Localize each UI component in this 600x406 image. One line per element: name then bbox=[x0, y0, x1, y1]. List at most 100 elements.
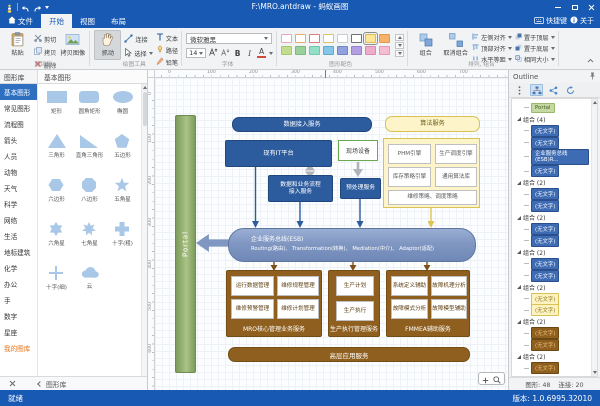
outline-node-portal[interactable]: Portal bbox=[517, 102, 591, 114]
category-item[interactable]: 常见图形 bbox=[0, 100, 37, 116]
magnifier-icon[interactable] bbox=[493, 369, 501, 388]
shape-star7[interactable]: 七角星 bbox=[81, 221, 98, 265]
pin-icon[interactable] bbox=[589, 72, 596, 82]
bring-to-front-button[interactable]: 置于顶层 bbox=[515, 33, 555, 42]
shape-rectangle[interactable]: 矩形 bbox=[46, 89, 68, 133]
category-item-my-library[interactable]: 我的图库 bbox=[0, 340, 37, 356]
category-item[interactable]: 星座 bbox=[0, 324, 37, 340]
path-tool-button[interactable]: 路径 bbox=[156, 45, 178, 55]
outline-menu-icon[interactable] bbox=[513, 84, 526, 96]
minimize-button[interactable] bbox=[549, 0, 566, 14]
text-tool-button[interactable]: 文本 bbox=[156, 33, 178, 43]
outline-node[interactable]: (无文字) bbox=[517, 270, 591, 282]
diagram-app-service-bar[interactable]: 高层应用服务 bbox=[228, 347, 470, 362]
outline-group[interactable]: 组合 (2) bbox=[517, 316, 591, 328]
outline-node-esb[interactable]: 企业服务总线(ESB)R... bbox=[517, 148, 591, 165]
font-color-button[interactable]: A bbox=[257, 48, 266, 58]
qat-customize-icon[interactable] bbox=[45, 6, 49, 9]
color-swatch[interactable] bbox=[323, 34, 334, 43]
bold-button[interactable]: B bbox=[233, 49, 242, 58]
shape-right-triangle[interactable]: 直角三角形 bbox=[76, 133, 104, 177]
color-swatch[interactable] bbox=[295, 46, 306, 55]
outline-group[interactable]: 组合 (4) bbox=[517, 114, 591, 126]
ungroup-button[interactable]: 取消组合 bbox=[442, 30, 469, 60]
copy-image-button[interactable]: 拷贝图像 bbox=[59, 30, 86, 60]
swatch-more-button[interactable] bbox=[395, 50, 404, 57]
outline-node[interactable]: (无文字) bbox=[517, 223, 591, 235]
font-size-select[interactable]: 14 bbox=[186, 48, 206, 58]
tab-view[interactable]: 视图 bbox=[72, 14, 103, 28]
shape-ellipse[interactable]: 椭圆 bbox=[112, 89, 134, 133]
category-item[interactable]: 人员 bbox=[0, 148, 37, 164]
outline-group[interactable]: 组合 (2) bbox=[517, 212, 591, 224]
category-item[interactable]: 基本图形 bbox=[0, 84, 37, 100]
diagram-scheduling-engine[interactable]: 生产调度引擎 bbox=[435, 144, 477, 164]
diagram-algorithm-library[interactable]: 通用算法库 bbox=[435, 167, 477, 187]
shortcut-keys-button[interactable]: 快捷键 bbox=[534, 16, 567, 26]
shape-star5[interactable]: 五角星 bbox=[114, 177, 131, 221]
expander-icon[interactable] bbox=[517, 117, 521, 121]
diagram-production-container[interactable]: 生产计划 生产执行 生产执行管理服务 bbox=[328, 270, 380, 337]
outline-group[interactable]: 组合 (2) bbox=[517, 281, 591, 293]
category-item[interactable]: 箭头 bbox=[0, 132, 37, 148]
diagram-portal-bar[interactable]: Portal bbox=[175, 115, 196, 373]
diagram-prod-box[interactable]: 生产执行 bbox=[336, 301, 374, 321]
outline-node[interactable]: (无文字) bbox=[517, 293, 591, 305]
shape-triangle[interactable]: 三角形 bbox=[47, 133, 67, 177]
category-item[interactable]: 手 bbox=[0, 292, 37, 308]
select-tool-button[interactable]: 选择 bbox=[124, 48, 152, 59]
expander-icon[interactable] bbox=[517, 285, 521, 289]
diagram-fmmea-box[interactable]: 故障模型辅助 bbox=[431, 299, 467, 319]
send-to-back-button[interactable]: 置于底层 bbox=[515, 44, 555, 53]
tab-layout[interactable]: 布局 bbox=[103, 14, 134, 28]
diagram-prod-box[interactable]: 生产计划 bbox=[336, 276, 374, 296]
swatch-scroll-down-button[interactable] bbox=[395, 42, 404, 49]
diagram-fmmea-box[interactable]: 系统定义辅助 bbox=[391, 276, 428, 296]
color-swatch[interactable] bbox=[295, 34, 306, 43]
category-item[interactable]: 化学 bbox=[0, 260, 37, 276]
library-back-button[interactable]: 图形库 bbox=[38, 379, 66, 389]
color-swatch[interactable] bbox=[309, 46, 320, 55]
shape-grid-scrollbar[interactable] bbox=[141, 84, 147, 376]
category-item[interactable]: 科学 bbox=[0, 196, 37, 212]
color-swatch[interactable] bbox=[351, 46, 362, 55]
shape-cross-thick[interactable]: 十字(粗) bbox=[112, 221, 133, 265]
shape-cloud[interactable]: 云 bbox=[80, 265, 100, 309]
color-swatch[interactable] bbox=[281, 46, 292, 55]
color-swatch-selected[interactable] bbox=[365, 34, 376, 43]
shape-star6[interactable]: 六角星 bbox=[48, 221, 65, 265]
connector-tool-button[interactable]: 连接 bbox=[124, 34, 152, 45]
shape-rounded-rectangle[interactable]: 圆角矩形 bbox=[78, 89, 100, 133]
outline-node[interactable]: (无文字) bbox=[517, 328, 591, 340]
shrink-font-button[interactable] bbox=[221, 48, 230, 58]
about-button[interactable]: 关于 bbox=[570, 16, 594, 26]
diagram-mro-box[interactable]: 运行数据管理 bbox=[231, 276, 274, 296]
cut-button[interactable]: 剪切 bbox=[34, 34, 56, 44]
align-left-button[interactable]: 左侧对齐 bbox=[472, 33, 512, 42]
outline-tree-view-icon[interactable] bbox=[530, 84, 543, 96]
color-swatch[interactable] bbox=[281, 34, 292, 43]
diagram-phm-engine[interactable]: PHM引擎 bbox=[388, 144, 431, 164]
diagram-data-access-service[interactable]: 数据接入服务 bbox=[232, 117, 372, 132]
color-swatch[interactable] bbox=[379, 46, 390, 55]
diagram-maintenance-strategy[interactable]: 维修策略、调度策略 bbox=[388, 190, 477, 205]
outline-node[interactable]: (无文字) bbox=[517, 189, 591, 201]
category-item[interactable]: 动物 bbox=[0, 164, 37, 180]
diagram-mro-box[interactable]: 维修规程管理 bbox=[277, 276, 319, 296]
diagram-mro-box[interactable]: 维修计划管理 bbox=[277, 299, 319, 319]
undo-icon[interactable] bbox=[21, 0, 30, 17]
maximize-button[interactable] bbox=[566, 0, 583, 14]
zoom-in-icon[interactable] bbox=[482, 369, 489, 388]
color-swatch[interactable] bbox=[309, 34, 320, 43]
collapse-ribbon-icon[interactable] bbox=[587, 48, 594, 67]
color-swatch[interactable] bbox=[337, 46, 348, 55]
outline-node[interactable]: (无文字) bbox=[517, 258, 591, 270]
color-swatch[interactable] bbox=[351, 34, 362, 43]
diagram-inventory-engine[interactable]: 库存策略引擎 bbox=[388, 167, 431, 187]
diagram-mro-box[interactable]: 维修预警管理 bbox=[231, 299, 274, 319]
paste-button[interactable]: 粘贴 bbox=[4, 30, 31, 60]
diagram-field-device[interactable]: 现场设备 bbox=[338, 140, 378, 161]
category-item[interactable]: 天气 bbox=[0, 180, 37, 196]
expander-icon[interactable] bbox=[517, 216, 521, 220]
expander-icon[interactable] bbox=[517, 250, 521, 254]
